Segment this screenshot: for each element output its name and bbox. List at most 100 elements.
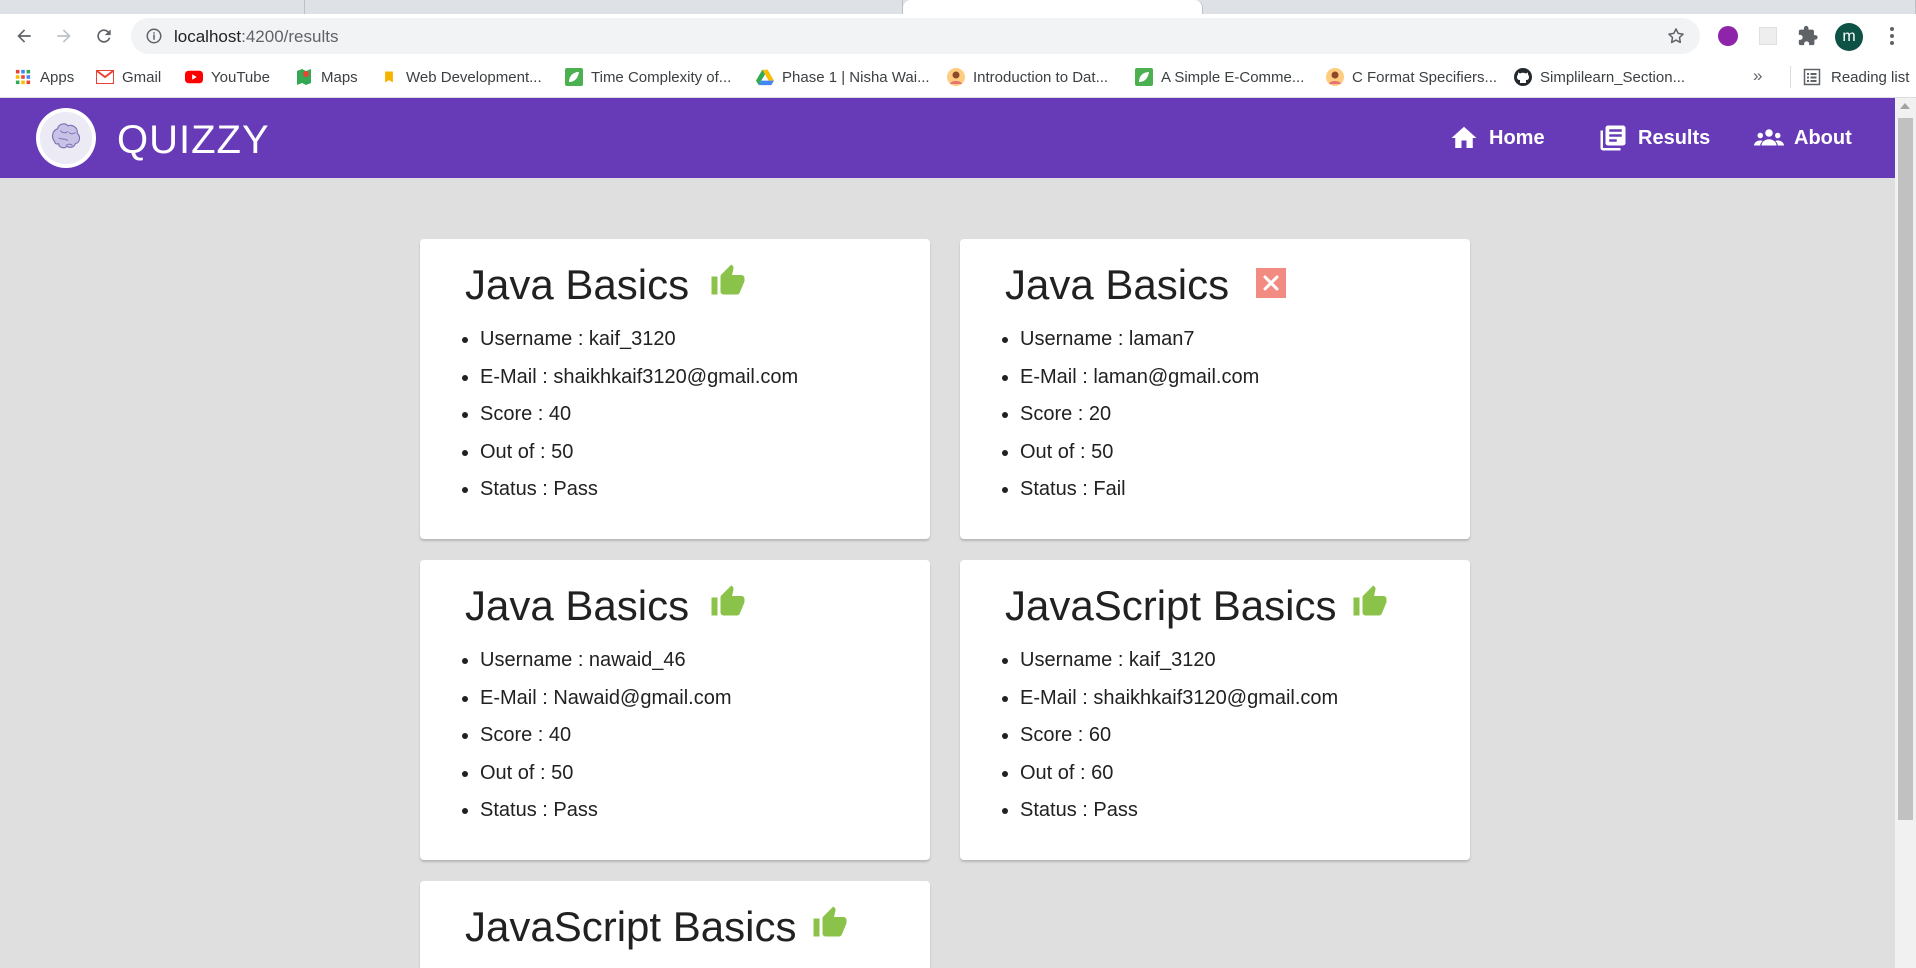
bookmark-simplilearn[interactable]: Simplilearn_Section... (1514, 66, 1685, 88)
quiz-title: JavaScript Basics (1005, 582, 1337, 629)
back-arrow-icon (17, 29, 31, 43)
avatar-favicon-icon (1326, 68, 1344, 86)
nav-home-label: Home (1489, 126, 1545, 149)
username-item: Username : nawaid_46 (480, 642, 731, 680)
bookmark-e-commerce[interactable]: A Simple E-Comme... (1135, 66, 1304, 88)
bookmark-gmail[interactable]: Gmail (96, 66, 161, 88)
email-item: E-Mail : shaikhkaif3120@gmail.com (480, 359, 798, 397)
thumbs-up-icon (1352, 584, 1388, 620)
out-of-item: Out of : 50 (480, 434, 798, 472)
gmail-icon (96, 68, 114, 86)
nav-home[interactable]: Home (1449, 122, 1545, 154)
browser-tab[interactable] (0, 0, 305, 14)
url-host: localhost (174, 27, 242, 46)
nav-about-label: About (1794, 126, 1852, 149)
address-bar[interactable]: localhost:4200/results (131, 18, 1700, 54)
home-icon (1451, 126, 1477, 148)
quiz-title: Java Basics (1005, 261, 1230, 308)
bookmark-star-icon[interactable] (1666, 26, 1686, 46)
username-item: Username : laman7 (1020, 321, 1259, 359)
result-details: Username : nawaid_46 E-Mail : Nawaid@gma… (480, 642, 731, 830)
nav-results-label: Results (1638, 126, 1711, 149)
bookmarks-bar: Apps Gmail YouTube Maps Web Development.… (0, 56, 1916, 98)
email-item: E-Mail : shaikhkaif3120@gmail.com (1020, 680, 1338, 718)
result-details: Username : kaif_3120 E-Mail : shaikhkaif… (480, 321, 798, 509)
bookmark-label: Phase 1 | Nisha Wai... (782, 68, 930, 86)
reading-list-label: Reading list (1831, 68, 1910, 86)
bookmark-maps[interactable]: Maps (295, 66, 358, 88)
results-icon (1600, 125, 1626, 151)
browser-toolbar: localhost:4200/results m (0, 14, 1916, 56)
extension-icon[interactable] (1716, 24, 1740, 48)
status-item: Status : Pass (480, 792, 731, 830)
score-item: Score : 20 (1020, 396, 1259, 434)
nav-results[interactable]: Results (1598, 122, 1710, 154)
leaf-favicon-icon (1135, 68, 1153, 86)
score-item: Score : 40 (480, 717, 731, 755)
bookmark-introduction[interactable]: Introduction to Dat... (947, 66, 1108, 88)
bookmark-label: Gmail (122, 68, 162, 86)
reload-button[interactable] (90, 22, 118, 50)
youtube-icon (185, 68, 203, 86)
leaf-favicon-icon (565, 68, 583, 86)
app-header: QUIZZY Home Results About (0, 98, 1895, 178)
forward-arrow-icon (57, 29, 71, 43)
browser-tab-strip (0, 0, 1916, 14)
result-details: Username : laman7 E-Mail : laman@gmail.c… (1020, 321, 1259, 509)
thumbs-up-icon (710, 263, 746, 299)
email-item: E-Mail : laman@gmail.com (1020, 359, 1259, 397)
result-details: Username : kaif_3120 E-Mail : shaikhkaif… (1020, 642, 1338, 830)
apps-grid-icon (14, 68, 32, 86)
logo-avatar[interactable] (36, 108, 96, 168)
brain-logo-icon (39, 111, 93, 165)
thumbs-up-icon (710, 584, 746, 620)
bookmark-label: Time Complexity of... (591, 68, 732, 86)
browser-tab-active[interactable] (903, 0, 1203, 14)
bookmark-phase-1[interactable]: Phase 1 | Nisha Wai... (756, 66, 930, 88)
nav-about[interactable]: About (1754, 122, 1852, 154)
quiz-title: Java Basics (465, 582, 690, 629)
result-card: Java Basics Username : nawaid_46 E-Mail … (420, 560, 930, 860)
brand-title[interactable]: QUIZZY (117, 118, 270, 163)
bookmark-youtube[interactable]: YouTube (185, 66, 270, 88)
bookmark-label: Web Development... (406, 68, 542, 86)
reading-list-button[interactable]: Reading list (1790, 66, 1909, 88)
bookmark-c-format[interactable]: C Format Specifiers... (1326, 66, 1497, 88)
out-of-item: Out of : 50 (480, 755, 731, 793)
bookmark-label: Simplilearn_Section... (1540, 68, 1686, 86)
back-button[interactable] (10, 22, 38, 50)
url-text[interactable]: localhost:4200/results (174, 27, 338, 47)
forward-button[interactable] (50, 22, 78, 50)
browser-tab[interactable] (305, 0, 903, 14)
quiz-title: Java Basics (465, 261, 690, 308)
out-of-item: Out of : 50 (1020, 434, 1259, 472)
info-icon[interactable] (145, 27, 163, 45)
avatar-favicon-icon (947, 68, 965, 86)
profile-avatar[interactable]: m (1835, 23, 1863, 51)
page-scrollbar[interactable] (1895, 98, 1916, 968)
bookmark-web-development[interactable]: Web Development... (380, 66, 542, 88)
score-item: Score : 60 (1020, 717, 1338, 755)
result-card: Java Basics Username : laman7 E-Mail : l… (960, 239, 1470, 539)
reading-list-icon (1803, 68, 1821, 86)
people-icon (1754, 129, 1784, 146)
bookmark-time-complexity[interactable]: Time Complexity of... (565, 66, 731, 88)
scroll-up-icon[interactable] (1900, 103, 1910, 109)
extensions-puzzle-icon[interactable] (1796, 24, 1820, 48)
bookmark-label: Apps (40, 68, 75, 86)
browser-tab[interactable] (1203, 0, 1916, 14)
extension-icon[interactable] (1756, 24, 1780, 48)
bookmark-label: C Format Specifiers... (1352, 68, 1498, 86)
browser-menu-icon[interactable] (1880, 24, 1904, 48)
scrollbar-thumb[interactable] (1898, 118, 1913, 820)
bookmark-apps[interactable]: Apps (14, 66, 74, 88)
score-item: Score : 40 (480, 396, 798, 434)
out-of-item: Out of : 60 (1020, 755, 1338, 793)
username-item: Username : kaif_3120 (480, 321, 798, 359)
more-bookmarks-button[interactable]: » (1753, 66, 1762, 86)
result-card: JavaScript Basics (420, 881, 930, 968)
status-item: Status : Fail (1020, 471, 1259, 509)
bookmark-label: A Simple E-Comme... (1161, 68, 1305, 86)
reload-icon (97, 29, 111, 43)
status-item: Status : Pass (480, 471, 798, 509)
